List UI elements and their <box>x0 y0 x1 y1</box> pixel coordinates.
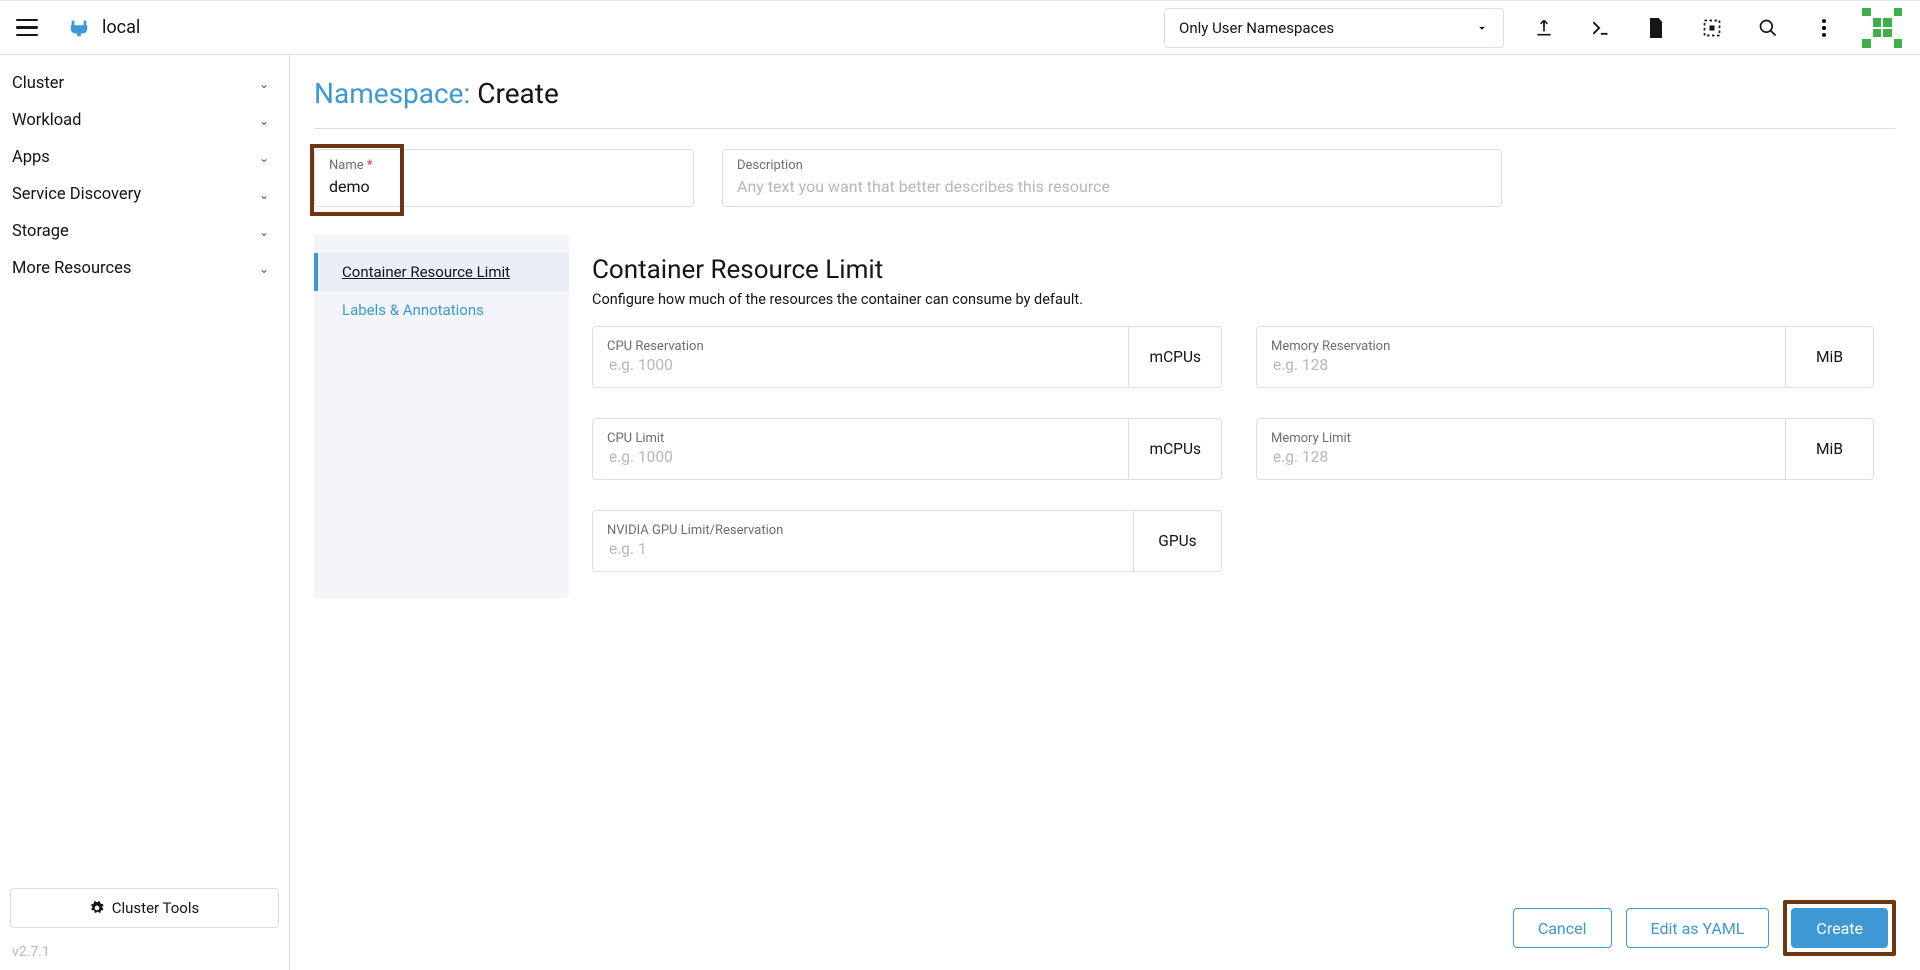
shell-icon[interactable] <box>1590 18 1610 38</box>
tabs-panel: Container Resource Limit Labels & Annota… <box>314 235 1896 598</box>
memory-limit-field[interactable]: Memory Limit MiB <box>1256 418 1874 480</box>
sidebar-item-storage[interactable]: Storage⌄ <box>0 213 289 250</box>
main-content: Namespace: Create Name * Description Con… <box>290 55 1920 970</box>
rancher-logo-icon <box>68 17 90 39</box>
namespace-filter-label: Only User Namespaces <box>1179 19 1334 37</box>
panel-hint: Configure how much of the resources the … <box>592 291 1874 308</box>
unit-label: mCPUs <box>1128 327 1221 387</box>
edit-yaml-button[interactable]: Edit as YAML <box>1626 908 1770 948</box>
memory-reservation-input[interactable] <box>1271 354 1771 375</box>
sidebar-item-apps[interactable]: Apps⌄ <box>0 139 289 176</box>
cpu-limit-input[interactable] <box>607 446 1114 467</box>
tabs-list: Container Resource Limit Labels & Annota… <box>314 235 569 598</box>
chevron-down-icon: ⌄ <box>259 262 269 276</box>
sidebar-item-cluster[interactable]: Cluster⌄ <box>0 65 289 102</box>
menu-toggle-icon[interactable] <box>14 15 40 41</box>
name-field[interactable]: Name * <box>314 149 694 207</box>
description-label: Description <box>737 158 1487 173</box>
divider <box>314 128 1896 129</box>
top-bar: local Only User Namespaces <box>0 0 1920 55</box>
chevron-down-icon: ⌄ <box>259 188 269 202</box>
sidebar-item-more-resources[interactable]: More Resources⌄ <box>0 250 289 287</box>
user-avatar[interactable] <box>1862 8 1902 48</box>
cluster-tools-button[interactable]: Cluster Tools <box>10 888 279 928</box>
kubeconfig-icon[interactable] <box>1702 18 1722 38</box>
name-label: Name <box>329 158 364 173</box>
form-footer: Cancel Edit as YAML Create <box>1513 900 1896 956</box>
tab-container-resource-limit[interactable]: Container Resource Limit <box>314 253 569 291</box>
cluster-name[interactable]: local <box>102 17 140 38</box>
chevron-down-icon: ⌄ <box>259 77 269 91</box>
gpu-limit-field[interactable]: NVIDIA GPU Limit/Reservation GPUs <box>592 510 1222 572</box>
gear-icon <box>90 901 104 915</box>
chevron-down-icon: ⌄ <box>259 225 269 239</box>
tab-panel-content: Container Resource Limit Configure how m… <box>569 235 1896 598</box>
chevron-down-icon: ⌄ <box>259 114 269 128</box>
highlight-annotation: Create <box>1783 900 1896 956</box>
sidebar-item-workload[interactable]: Workload⌄ <box>0 102 289 139</box>
version-label: v2.7.1 <box>12 944 277 960</box>
memory-limit-input[interactable] <box>1271 446 1771 467</box>
file-icon[interactable] <box>1646 18 1666 38</box>
tab-labels-annotations[interactable]: Labels & Annotations <box>314 291 569 329</box>
header-actions <box>1534 18 1834 38</box>
chevron-down-icon <box>1475 21 1489 35</box>
unit-label: mCPUs <box>1128 419 1221 479</box>
gpu-limit-input[interactable] <box>607 538 1119 559</box>
page-title: Namespace: Create <box>314 77 1896 110</box>
cpu-reservation-field[interactable]: CPU Reservation mCPUs <box>592 326 1222 388</box>
namespace-filter-select[interactable]: Only User Namespaces <box>1164 8 1504 48</box>
panel-heading: Container Resource Limit <box>592 255 1874 285</box>
more-menu-icon[interactable] <box>1814 18 1834 38</box>
memory-reservation-field[interactable]: Memory Reservation MiB <box>1256 326 1874 388</box>
chevron-down-icon: ⌄ <box>259 151 269 165</box>
unit-label: GPUs <box>1133 511 1221 571</box>
search-icon[interactable] <box>1758 18 1778 38</box>
sidebar-item-service-discovery[interactable]: Service Discovery⌄ <box>0 176 289 213</box>
cancel-button[interactable]: Cancel <box>1513 908 1612 948</box>
name-input[interactable] <box>329 173 679 196</box>
cpu-limit-field[interactable]: CPU Limit mCPUs <box>592 418 1222 480</box>
description-field[interactable]: Description <box>722 149 1502 207</box>
create-button[interactable]: Create <box>1791 908 1888 948</box>
sidebar: Cluster⌄ Workload⌄ Apps⌄ Service Discove… <box>0 55 290 970</box>
import-icon[interactable] <box>1534 18 1554 38</box>
unit-label: MiB <box>1785 327 1873 387</box>
unit-label: MiB <box>1785 419 1873 479</box>
cpu-reservation-input[interactable] <box>607 354 1114 375</box>
description-input[interactable] <box>737 173 1487 196</box>
